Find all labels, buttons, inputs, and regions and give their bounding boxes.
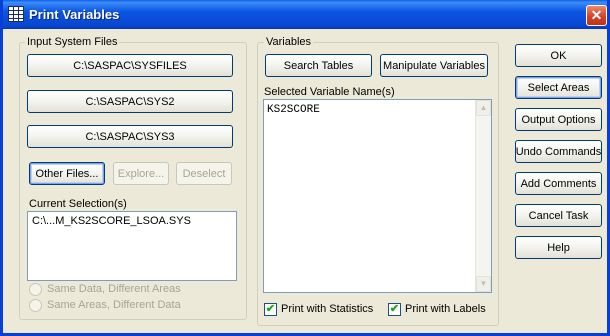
deselect-button[interactable]: Deselect <box>176 162 232 185</box>
input-system-files-label: Input System Files <box>25 36 120 48</box>
close-button[interactable]: ✕ <box>586 5 607 26</box>
list-item[interactable]: KS2SCORE <box>267 104 320 116</box>
cancel-task-button[interactable]: Cancel Task <box>515 204 602 227</box>
ok-button[interactable]: OK <box>515 44 602 67</box>
sys3-button[interactable]: C:\SASPAC\SYS3 <box>27 125 233 148</box>
print-statistics-label: Print with Statistics <box>281 303 374 315</box>
sysfiles-button[interactable]: C:\SASPAC\SYSFILES <box>27 54 233 77</box>
print-labels-label: Print with Labels <box>405 303 486 315</box>
vertical-scrollbar[interactable]: ▲ ▼ <box>475 100 491 292</box>
undo-commands-button[interactable]: Undo Commands <box>515 140 602 163</box>
print-statistics-checkbox[interactable]: ✔ <box>264 303 277 316</box>
help-button[interactable]: Help <box>515 236 602 259</box>
select-areas-button[interactable]: Select Areas <box>515 76 602 99</box>
sys2-button[interactable]: C:\SASPAC\SYS2 <box>27 90 233 113</box>
selected-variables-list[interactable]: KS2SCORE ▲ ▼ <box>263 99 492 293</box>
variables-label: Variables <box>264 36 314 48</box>
print-labels-checkbox[interactable]: ✔ <box>388 303 401 316</box>
same-areas-label: Same Areas, Different Data <box>47 299 181 311</box>
explore-button[interactable]: Explore... <box>113 162 169 185</box>
same-areas-radio[interactable] <box>29 299 42 312</box>
scroll-up-arrow-icon[interactable]: ▲ <box>476 100 491 116</box>
close-icon: ✕ <box>590 7 603 23</box>
add-comments-button[interactable]: Add Comments <box>515 172 602 195</box>
same-data-radio[interactable] <box>29 283 42 296</box>
other-files-button[interactable]: Other Files... <box>29 162 105 185</box>
search-tables-button[interactable]: Search Tables <box>265 54 372 77</box>
title-bar[interactable]: Print Variables ✕ <box>3 0 607 29</box>
scroll-down-arrow-icon[interactable]: ▼ <box>476 276 491 292</box>
window-title: Print Variables <box>29 7 120 22</box>
same-data-label: Same Data, Different Areas <box>47 283 181 295</box>
output-options-button[interactable]: Output Options <box>515 108 602 131</box>
manipulate-variables-button[interactable]: Manipulate Variables <box>380 54 488 77</box>
table-grid-icon <box>8 6 24 22</box>
current-selection-list[interactable]: C:\...M_KS2SCORE_LSOA.SYS <box>27 211 237 281</box>
current-selection-label: Current Selection(s) <box>29 198 127 210</box>
list-item[interactable]: C:\...M_KS2SCORE_LSOA.SYS <box>32 215 191 227</box>
print-variables-dialog: Print Variables ✕ Input System Files C:\… <box>0 0 610 336</box>
selected-variable-names-label: Selected Variable Name(s) <box>264 86 395 98</box>
